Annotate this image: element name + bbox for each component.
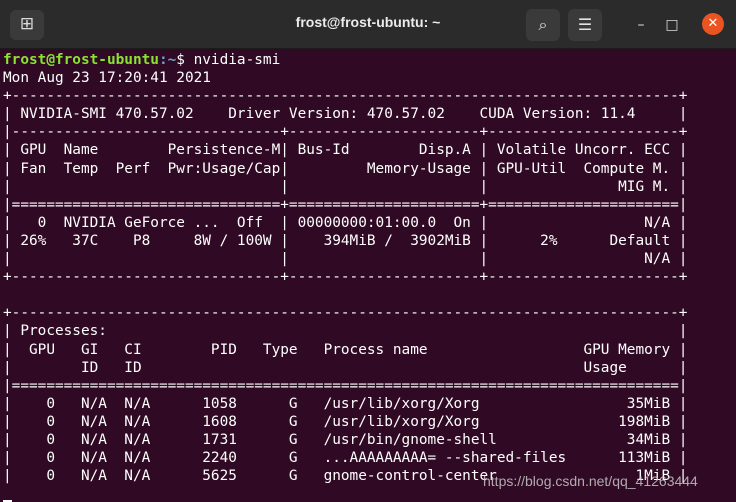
close-icon: ✕ [707, 16, 719, 31]
terminal-output-line [3, 286, 731, 304]
maximize-button[interactable]: □ [661, 14, 683, 36]
terminal-output-line: |===============================+=======… [3, 196, 688, 213]
terminal-output-line: | Processes: | [3, 323, 688, 340]
terminal-output-line: | 26% 37C P8 8W / 100W | 394MiB / 3902Mi… [3, 232, 688, 249]
terminal-output-line: | Fan Temp Perf Pwr:Usage/Cap| Memory-Us… [3, 160, 688, 177]
maximize-icon: □ [665, 17, 679, 33]
terminal-output-line: | 0 N/A N/A 2240 G ...AAAAAAAAA= --share… [3, 450, 688, 467]
watermark: https://blog.csdn.net/qq_41263444 [483, 473, 698, 489]
title-bar: ⊞ frost@frost-ubuntu: ~ ⌕ ☰ – □ ✕ [0, 0, 736, 49]
window-title: frost@frost-ubuntu: ~ [295, 14, 441, 30]
terminal-output-line: | 0 N/A N/A 1731 G /usr/bin/gnome-shell … [3, 431, 688, 448]
close-button[interactable]: ✕ [702, 13, 724, 35]
prompt-user-host: frost@frost-ubuntu [3, 52, 159, 68]
terminal-output-line: | 0 N/A N/A 1608 G /usr/lib/xorg/Xorg 19… [3, 413, 688, 430]
terminal-output-line: +---------------------------------------… [3, 88, 688, 105]
menu-button[interactable]: ☰ [568, 9, 602, 41]
terminal-output-line: | | | N/A | [3, 251, 688, 268]
terminal-output-line: | NVIDIA-SMI 470.57.02 Driver Version: 4… [3, 106, 688, 123]
prompt-command: $ nvidia-smi [176, 52, 281, 68]
terminal-output-line: | GPU GI CI PID Type Process name GPU Me… [3, 341, 688, 358]
hamburger-menu-icon: ☰ [577, 15, 593, 34]
terminal-output-area[interactable]: frost@frost-ubuntu:~$ nvidia-smi Mon Aug … [3, 51, 731, 502]
search-button[interactable]: ⌕ [526, 9, 560, 41]
nvidia-smi-output: Mon Aug 23 17:20:41 2021 +---------------… [3, 69, 731, 485]
search-icon: ⌕ [538, 15, 548, 34]
terminal-output-line: +-------------------------------+-------… [3, 269, 688, 286]
terminal-output-line: | GPU Name Persistence-M| Bus-Id Disp.A … [3, 142, 688, 159]
minimize-button[interactable]: – [630, 14, 652, 36]
prompt-line: frost@frost-ubuntu:~$ nvidia-smi [3, 51, 731, 69]
terminal-output-line: Mon Aug 23 17:20:41 2021 [3, 70, 211, 87]
terminal-output-line: |-------------------------------+-------… [3, 124, 688, 141]
terminal-output-line: | ID ID Usage | [3, 359, 688, 376]
terminal-output-line: | | | MIG M. | [3, 178, 688, 195]
terminal-output-line: +---------------------------------------… [3, 305, 688, 322]
prompt-path: :~ [158, 52, 177, 68]
terminal-output-line: | 0 N/A N/A 1058 G /usr/lib/xorg/Xorg 35… [3, 395, 688, 412]
minimize-icon: – [637, 17, 645, 33]
terminal-output-line: |=======================================… [3, 377, 688, 394]
terminal-output-line: | 0 NVIDIA GeForce ... Off | 00000000:01… [3, 214, 688, 231]
